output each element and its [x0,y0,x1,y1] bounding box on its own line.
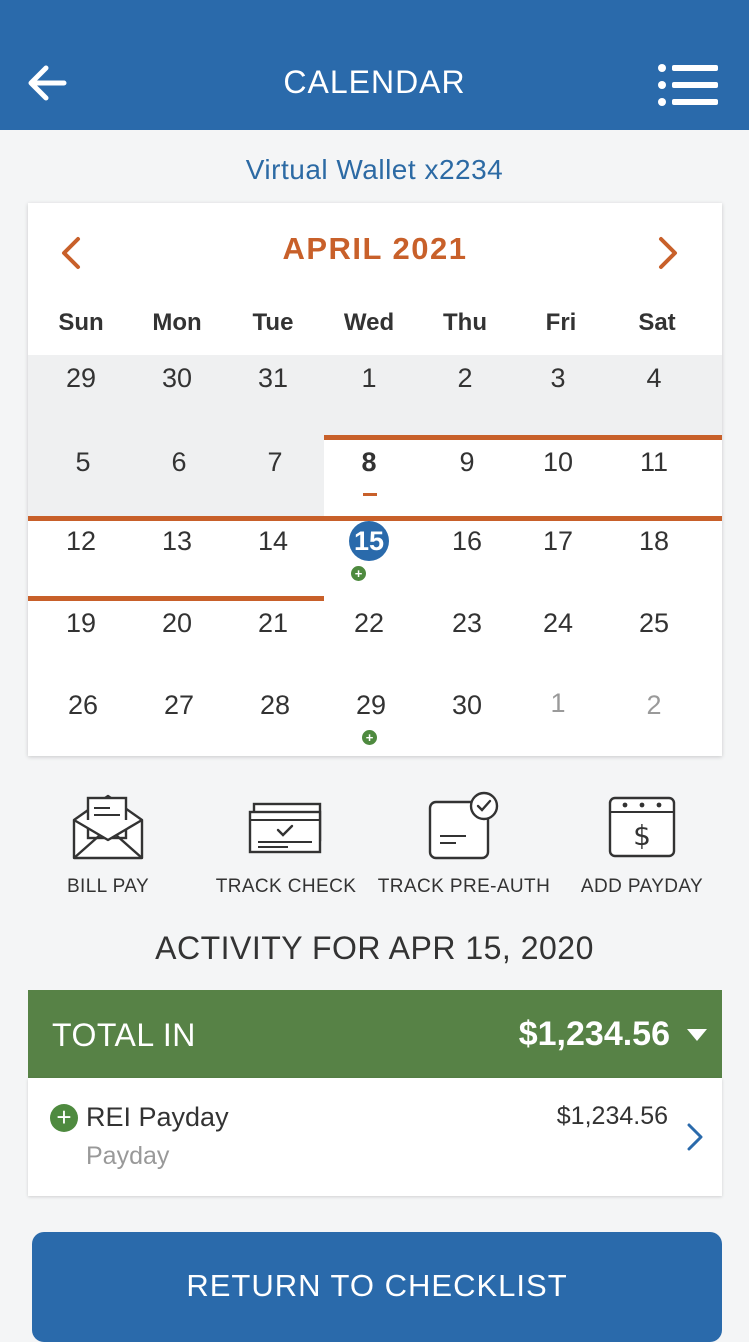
weekday-label: Tue [252,309,294,336]
calendar-day[interactable]: 10 [510,447,606,478]
track-pre-auth-label: TRACK PRE-AUTH [377,876,551,897]
pay-period-line [28,596,324,601]
calendar-day[interactable]: 29 [323,690,419,721]
calendar-day[interactable]: 25 [606,608,702,639]
caret-down-icon [687,1029,707,1041]
weekday-label: Wed [343,309,395,336]
calendar-day[interactable]: 5 [35,447,131,478]
add-payday-label: ADD PAYDAY [580,876,704,897]
page-title: CALENDAR [283,64,466,100]
calendar-day[interactable]: 24 [510,608,606,639]
calendar-day[interactable]: 13 [129,526,225,557]
add-payday-button[interactable]: $ ADD PAYDAY [552,790,732,897]
pay-period-line [324,435,722,440]
transaction-category: Payday [86,1142,170,1170]
calendar-day[interactable]: 3 [510,363,606,394]
calendar-day[interactable]: 28 [227,690,323,721]
calendar-dollar-icon: $ [608,796,676,858]
calendar-day[interactable]: 7 [227,447,323,478]
transaction-row[interactable]: + REI Payday Payday $1,234.56 [28,1078,722,1196]
track-check-label: TRACK CHECK [215,876,357,897]
weekday-label: Thu [443,309,487,336]
return-to-checklist-button[interactable]: RETURN TO CHECKLIST [32,1232,722,1342]
track-pre-auth-button[interactable]: TRACK PRE-AUTH [374,790,554,897]
track-check-button[interactable]: TRACK CHECK [196,790,376,897]
calendar-day[interactable]: 16 [419,526,515,557]
card-check-icon [428,791,499,860]
calendar-day[interactable]: 22 [321,608,417,639]
check-icon [248,802,322,854]
calendar-day[interactable]: 1 [321,363,417,394]
envelope-bill-icon [72,794,144,860]
weekday-label: Sat [638,309,676,336]
calendar-day[interactable]: 20 [129,608,225,639]
transaction-amount: $1,234.56 [556,1102,668,1130]
calendar-day[interactable]: 19 [33,608,129,639]
calendar-day[interactable]: 2 [417,363,513,394]
calendar-day[interactable]: 11 [606,447,702,478]
calendar-day[interactable]: 26 [35,690,131,721]
return-to-checklist-label: RETURN TO CHECKLIST [186,1268,568,1303]
bill-pay-label: BILL PAY [66,876,150,897]
calendar-day[interactable]: 4 [606,363,702,394]
month-title: APRIL 2021 [282,231,468,266]
calendar-day[interactable]: 6 [131,447,227,478]
today-indicator [363,493,377,496]
calendar-day-next-month[interactable]: 2 [606,690,702,721]
calendar-day[interactable]: 17 [510,526,606,557]
calendar-day[interactable]: 18 [606,526,702,557]
plus-circle-icon: + [50,1104,78,1132]
calendar-card: APRIL 2021 Sun Mon Tue Wed Thu Fri Sat 2… [28,203,722,756]
weekday-label: Sun [58,309,104,336]
calendar-day-next-month[interactable]: 1 [510,688,606,719]
total-in-amount: $1,234.56 [518,1015,670,1053]
calendar-day[interactable]: 21 [225,608,321,639]
transaction-name: REI Payday [86,1102,229,1132]
svg-text:$: $ [633,819,651,852]
pay-period-line [28,516,722,521]
weekday-label: Fri [545,309,577,336]
account-name[interactable]: Virtual Wallet x2234 [0,154,749,186]
calendar-day[interactable]: 12 [33,526,129,557]
top-nav-bar: CALENDAR [0,0,749,130]
calendar-day[interactable]: 30 [129,363,225,394]
total-in-bar[interactable]: TOTAL IN $1,234.56 [28,990,722,1078]
calendar-day[interactable]: 29 [33,363,129,394]
calendar-day[interactable]: 31 [225,363,321,394]
calendar-day[interactable]: 9 [419,447,515,478]
calendar-day[interactable]: 23 [419,608,515,639]
chevron-right-icon[interactable] [653,233,683,273]
weekday-label: Mon [152,309,202,336]
calendar-day[interactable]: 14 [225,526,321,557]
calendar-day-today[interactable]: 8 [321,447,417,478]
plus-circle-icon: + [362,730,377,745]
total-in-label: TOTAL IN [52,1017,196,1053]
calendar-day[interactable]: 27 [131,690,227,721]
menu-list-icon[interactable] [656,62,720,108]
calendar-day-selected[interactable]: 15 [349,521,389,561]
plus-circle-icon: + [351,566,366,581]
calendar-day[interactable]: 30 [419,690,515,721]
bill-pay-button[interactable]: BILL PAY [18,790,198,897]
activity-heading: ACTIVITY FOR APR 15, 2020 [155,930,594,966]
chevron-right-icon [687,1123,703,1151]
